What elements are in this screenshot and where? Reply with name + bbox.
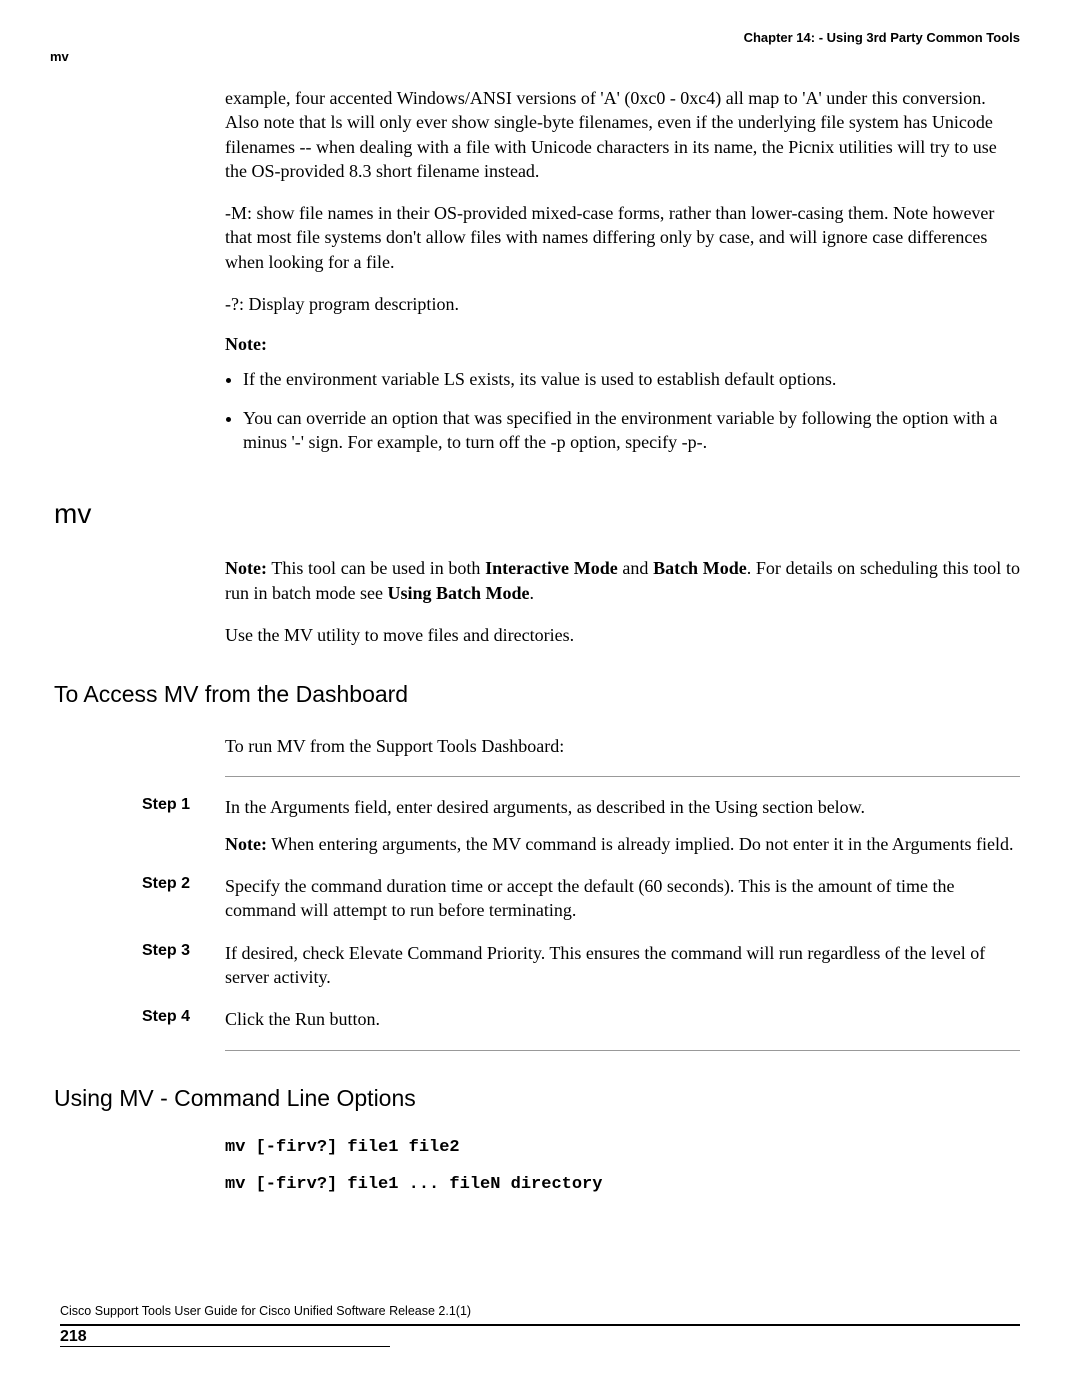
mv-note-text: and — [618, 558, 653, 578]
footer-rule — [60, 1324, 1020, 1326]
section-heading-cli: Using MV - Command Line Options — [54, 1085, 1020, 1112]
mv-note-bold: Interactive Mode — [485, 558, 618, 578]
chapter-header: Chapter 14: - Using 3rd Party Common Too… — [60, 30, 1020, 45]
mv-note-bold: Batch Mode — [653, 558, 747, 578]
step-label: Step 3 — [142, 941, 225, 990]
note-list: If the environment variable LS exists, i… — [225, 367, 1020, 454]
note-prefix: Note: — [225, 558, 267, 578]
mv-note-text: This tool can be used in both — [267, 558, 485, 578]
intro-paragraph-2: -M: show file names in their OS-provided… — [225, 201, 1020, 274]
mv-description: Use the MV utility to move files and dir… — [225, 623, 1020, 647]
step-body: If desired, check Elevate Command Priori… — [225, 941, 1020, 990]
divider — [225, 1050, 1020, 1051]
step-row: Step 4 Click the Run button. — [142, 1007, 1020, 1031]
access-intro: To run MV from the Support Tools Dashboa… — [225, 734, 1020, 758]
step-subnote-text: When entering arguments, the MV command … — [267, 834, 1014, 854]
intro-paragraph-1: example, four accented Windows/ANSI vers… — [225, 86, 1020, 183]
section-heading-access: To Access MV from the Dashboard — [54, 681, 1020, 708]
mv-note-bold: Using Batch Mode — [387, 583, 529, 603]
mv-note-text: . — [529, 583, 534, 603]
section-heading-mv: mv — [54, 498, 1020, 530]
step-row: Step 2 Specify the command duration time… — [142, 874, 1020, 923]
mv-note-paragraph: Note: This tool can be used in both Inte… — [225, 556, 1020, 605]
page-number: 218 — [60, 1328, 1020, 1346]
page-footer: Cisco Support Tools User Guide for Cisco… — [60, 1304, 1020, 1347]
step-subnote-prefix: Note: — [225, 834, 267, 854]
note-list-item: If the environment variable LS exists, i… — [243, 367, 1020, 391]
footer-rule-thin — [60, 1346, 390, 1347]
divider — [225, 776, 1020, 777]
step-row: Step 3 If desired, check Elevate Command… — [142, 941, 1020, 990]
step-subnote: Note: When entering arguments, the MV co… — [225, 832, 1020, 856]
footer-doc-title: Cisco Support Tools User Guide for Cisco… — [60, 1304, 1020, 1318]
step-row: Step 1 In the Arguments field, enter des… — [142, 795, 1020, 856]
steps-list: Step 1 In the Arguments field, enter des… — [142, 795, 1020, 1031]
step-body: Specify the command duration time or acc… — [225, 874, 1020, 923]
code-line: mv [-firv?] file1 ... fileN directory — [225, 1175, 1020, 1194]
step-body-text: In the Arguments field, enter desired ar… — [225, 797, 865, 817]
note-list-item: You can override an option that was spec… — [243, 406, 1020, 455]
intro-paragraph-3: -?: Display program description. — [225, 292, 1020, 316]
running-header-topic: mv — [50, 49, 1020, 64]
step-label: Step 1 — [142, 795, 225, 856]
step-label: Step 4 — [142, 1007, 225, 1031]
note-heading: Note: — [225, 334, 1020, 355]
step-body: Click the Run button. — [225, 1007, 1020, 1031]
step-label: Step 2 — [142, 874, 225, 923]
step-body: In the Arguments field, enter desired ar… — [225, 795, 1020, 856]
code-line: mv [-firv?] file1 file2 — [225, 1138, 1020, 1157]
